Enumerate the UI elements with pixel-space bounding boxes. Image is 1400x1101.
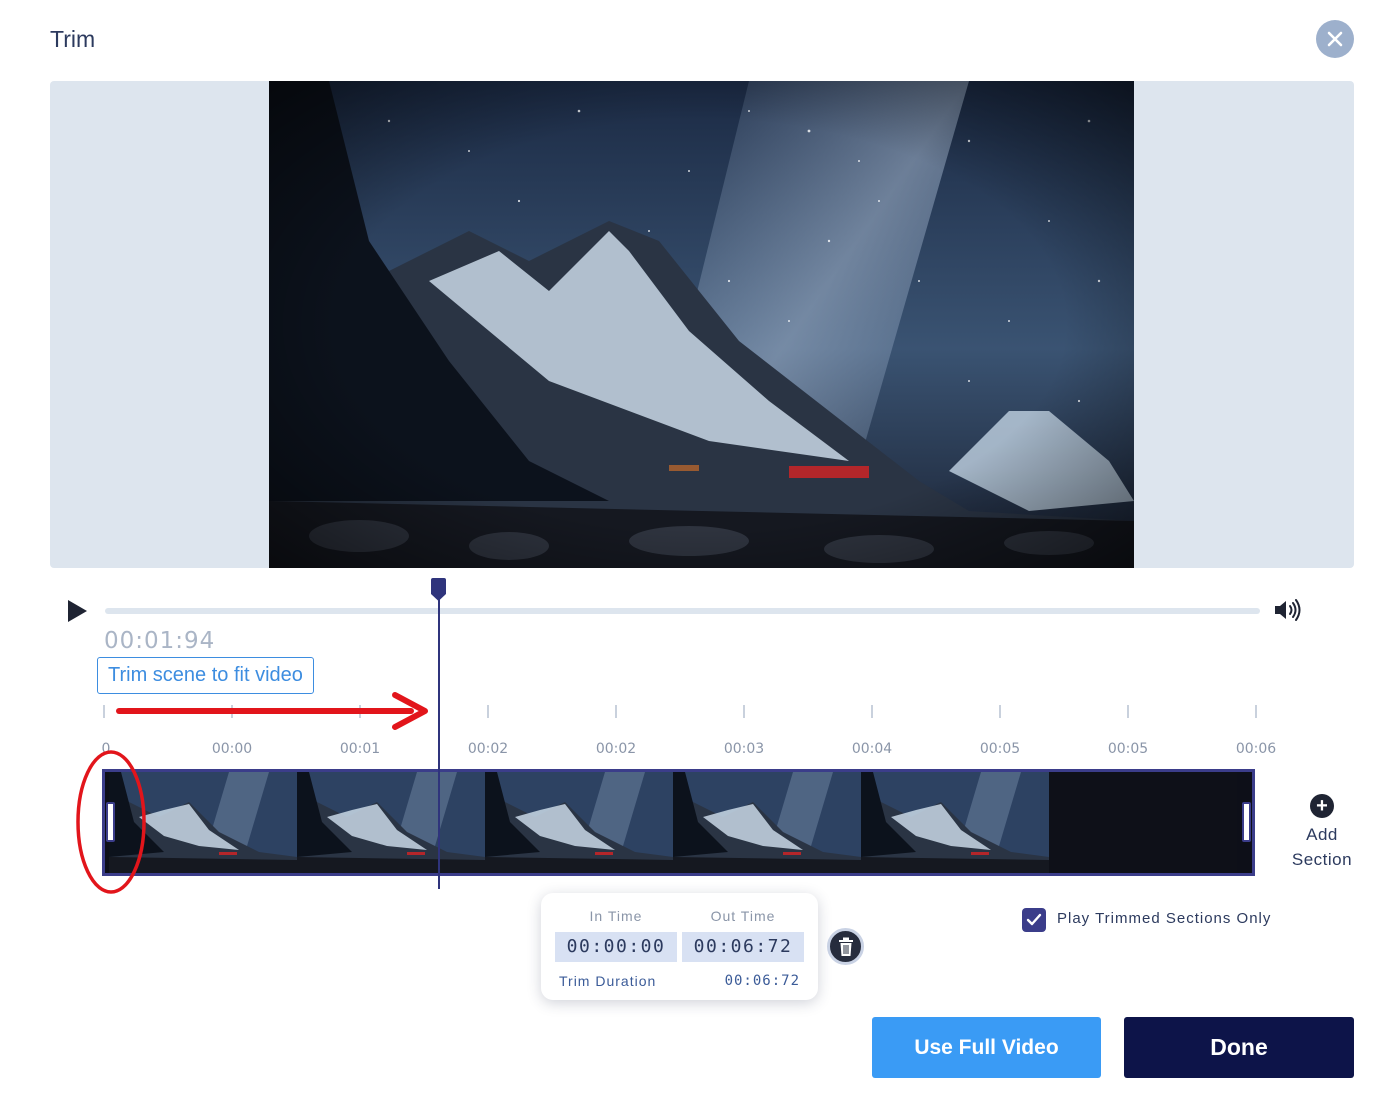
- filmstrip-thumbnail: [1049, 772, 1237, 873]
- trim-end-handle[interactable]: [1242, 802, 1251, 842]
- filmstrip-thumbnail: [485, 772, 673, 873]
- add-section-label-line2: Section: [1291, 850, 1353, 869]
- ruler-label: 00:02: [595, 741, 637, 757]
- scrub-bar[interactable]: [105, 608, 1260, 614]
- timeline-filmstrip[interactable]: [102, 769, 1255, 876]
- trim-duration-label: Trim Duration: [559, 973, 657, 989]
- out-time-label: Out Time: [710, 908, 776, 924]
- use-full-video-button[interactable]: Use Full Video: [872, 1017, 1101, 1078]
- play-trimmed-only-label: Play Trimmed Sections Only: [1057, 910, 1272, 927]
- dialog-title: Trim: [50, 26, 96, 52]
- in-time-field[interactable]: 00:00:00: [555, 932, 677, 962]
- video-preview[interactable]: [269, 81, 1134, 568]
- ruler-label: 00:02: [467, 741, 509, 757]
- trim-popover: In Time Out Time 00:00:00 00:06:72 Trim …: [541, 893, 818, 1000]
- close-button[interactable]: [1316, 20, 1354, 58]
- video-frame-image: [269, 81, 1134, 568]
- annotation-arrow: [116, 692, 428, 730]
- playhead-handle[interactable]: [430, 578, 447, 602]
- ruler-label: 00:05: [979, 741, 1021, 757]
- done-button[interactable]: Done: [1124, 1017, 1354, 1078]
- playhead-line: [438, 586, 440, 889]
- ruler-label: 00:01: [339, 741, 381, 757]
- checkmark-icon: [1026, 913, 1042, 926]
- ruler-label: 00:06: [1235, 741, 1277, 757]
- thumbnail-strip: [109, 772, 1249, 873]
- ruler-label: 00:04: [851, 741, 893, 757]
- in-time-label: In Time: [589, 908, 643, 924]
- trash-icon: [838, 937, 853, 956]
- add-section-label-line1: Add: [1306, 825, 1338, 844]
- filmstrip-thumbnail: [297, 772, 485, 873]
- play-icon: [68, 600, 87, 622]
- play-button[interactable]: [64, 598, 90, 624]
- video-preview-stage: [50, 81, 1354, 568]
- volume-button[interactable]: [1272, 597, 1304, 623]
- popover-caret: [672, 877, 692, 893]
- delete-section-button[interactable]: [827, 928, 864, 965]
- filmstrip-thumbnail: [673, 772, 861, 873]
- trim-duration-value: 00:06:72: [724, 973, 800, 989]
- volume-icon: [1275, 599, 1301, 621]
- annotation-circle: [76, 750, 146, 894]
- close-icon: [1327, 31, 1343, 47]
- ruler-label: 00:00: [211, 741, 253, 757]
- ruler-label: 00:05: [1107, 741, 1149, 757]
- add-section-button[interactable]: + Add Section: [1286, 794, 1358, 872]
- filmstrip-thumbnail: [861, 772, 1049, 873]
- out-time-field[interactable]: 00:06:72: [682, 932, 804, 962]
- play-trimmed-only-checkbox[interactable]: [1022, 908, 1046, 932]
- annotation-callout: Trim scene to fit video: [97, 657, 314, 694]
- current-time: 00:01:94: [104, 628, 216, 654]
- plus-icon: +: [1310, 794, 1334, 818]
- ruler-label: 00:03: [723, 741, 765, 757]
